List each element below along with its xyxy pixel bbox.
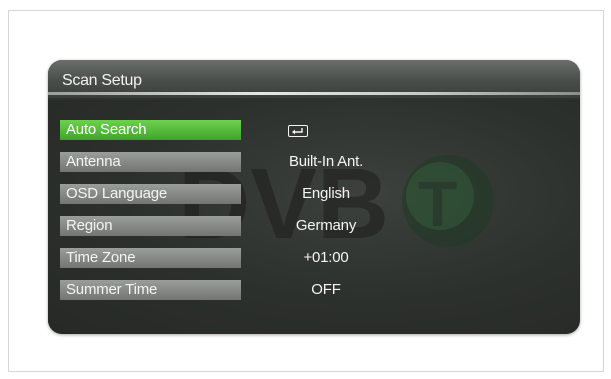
- menu-item-label: Summer Time: [60, 280, 241, 300]
- menu-item-time-zone[interactable]: Time Zone +01:00: [60, 248, 560, 272]
- menu-item-value: English: [302, 185, 350, 202]
- scan-setup-menu: Auto Search Antenna Built-In Ant. OSD La…: [60, 120, 560, 312]
- menu-item-value: Built-In Ant.: [288, 153, 364, 170]
- page-title: Scan Setup: [62, 72, 142, 89]
- menu-item-antenna[interactable]: Antenna Built-In Ant.: [60, 152, 560, 176]
- menu-item-label: Region: [60, 216, 241, 236]
- menu-item-label: OSD Language: [60, 184, 241, 204]
- menu-item-label: Auto Search: [60, 120, 241, 140]
- menu-item-label: Antenna: [60, 152, 241, 172]
- scan-setup-panel: Scan Setup DVB T Auto Search Antenna Bui…: [48, 60, 580, 334]
- menu-item-label: Time Zone: [60, 248, 241, 268]
- menu-item-region[interactable]: Region Germany: [60, 216, 560, 240]
- menu-item-auto-search[interactable]: Auto Search: [60, 120, 560, 144]
- header-divider: [48, 92, 580, 95]
- menu-item-value: OFF: [311, 281, 341, 298]
- menu-item-value: +01:00: [303, 249, 349, 266]
- panel-header: Scan Setup: [48, 60, 580, 98]
- enter-icon: [288, 125, 308, 137]
- menu-item-summer-time[interactable]: Summer Time OFF: [60, 280, 560, 304]
- menu-item-osd-language[interactable]: OSD Language English: [60, 184, 560, 208]
- menu-item-value: Germany: [295, 217, 357, 234]
